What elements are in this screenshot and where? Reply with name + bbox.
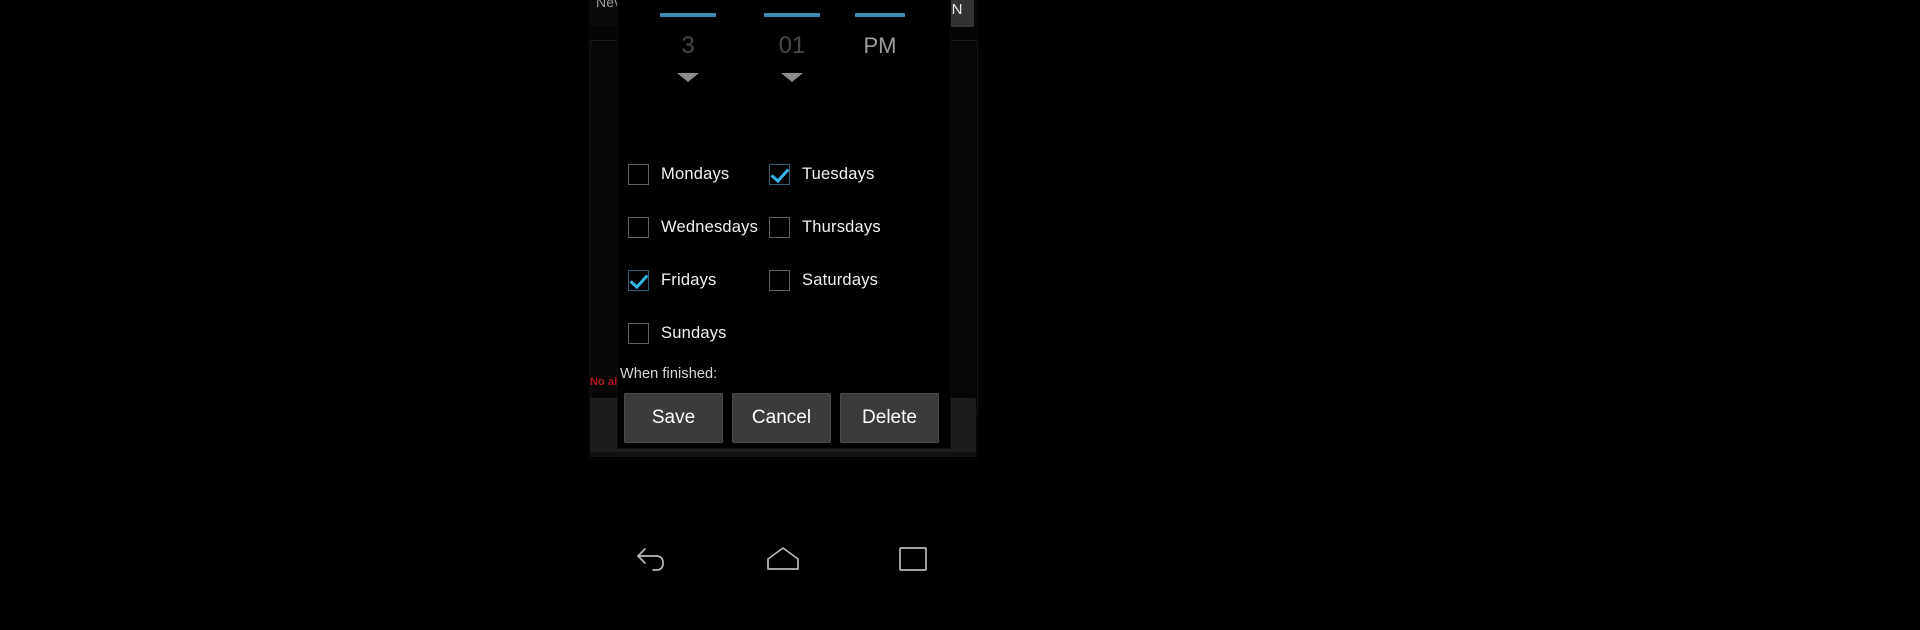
meridiem-next-value: PM xyxy=(863,33,897,58)
back-icon xyxy=(637,548,664,571)
day-option-tuesdays[interactable]: Tuesdays xyxy=(760,164,950,185)
dialog-action-bar: Save Cancel Delete xyxy=(624,393,939,443)
nav-home-button[interactable] xyxy=(746,530,820,588)
meridiem-underline xyxy=(855,13,905,17)
day-row: Fridays Saturdays xyxy=(618,254,950,307)
minute-picker-column[interactable]: 00 01 xyxy=(748,0,836,82)
letterbox-left xyxy=(0,0,588,630)
day-label-thursdays: Thursdays xyxy=(802,218,881,236)
repeat-days-grid: Mondays Tuesdays Wednesdays Thursdays Fr… xyxy=(618,148,950,360)
phone-screen: Never N No alarms scheduled F e 2 3 : xyxy=(588,0,978,630)
day-label-fridays: Fridays xyxy=(661,271,717,289)
background-bottom-edge xyxy=(590,452,976,457)
checkbox-mondays[interactable] xyxy=(628,164,649,185)
checkbox-tuesdays[interactable] xyxy=(769,164,790,185)
home-icon xyxy=(767,547,799,570)
android-navigation-bar xyxy=(588,462,978,630)
day-row: Sundays xyxy=(618,307,950,360)
day-label-tuesdays: Tuesdays xyxy=(802,165,875,183)
day-option-saturdays[interactable]: Saturdays xyxy=(760,270,950,291)
minute-next-value: 01 xyxy=(778,32,806,59)
day-label-sundays: Sundays xyxy=(661,324,727,342)
day-option-thursdays[interactable]: Thursdays xyxy=(760,217,950,238)
checkbox-wednesdays[interactable] xyxy=(628,217,649,238)
day-option-wednesdays[interactable]: Wednesdays xyxy=(618,217,760,238)
save-button[interactable]: Save xyxy=(624,393,723,443)
day-option-sundays[interactable]: Sundays xyxy=(618,323,760,344)
day-row: Wednesdays Thursdays xyxy=(618,201,950,254)
day-option-mondays[interactable]: Mondays xyxy=(618,164,760,185)
cancel-button[interactable]: Cancel xyxy=(732,393,831,443)
checkbox-thursdays[interactable] xyxy=(769,217,790,238)
nav-recents-button[interactable] xyxy=(876,530,950,588)
day-label-wednesdays: Wednesdays xyxy=(661,218,759,236)
recents-icon xyxy=(899,547,927,571)
checkbox-saturdays[interactable] xyxy=(769,270,790,291)
day-row: Mondays Tuesdays xyxy=(618,148,950,201)
time-picker-dialog: 2 3 : 00 01 AM PM xyxy=(618,0,950,448)
meridiem-picker-column[interactable]: AM PM xyxy=(836,0,924,82)
delete-button[interactable]: Delete xyxy=(840,393,939,443)
when-finished-label: When finished: xyxy=(620,366,718,382)
minute-underline xyxy=(764,13,820,17)
hour-picker-column[interactable]: 2 3 xyxy=(644,0,732,82)
minute-decrement-arrow-icon[interactable] xyxy=(781,73,803,82)
letterbox-right xyxy=(978,0,1920,630)
nav-back-button[interactable] xyxy=(616,530,690,588)
hour-next-value: 3 xyxy=(681,32,695,59)
day-option-fridays[interactable]: Fridays xyxy=(618,270,760,291)
hour-underline xyxy=(660,13,716,17)
day-label-saturdays: Saturdays xyxy=(802,271,879,289)
checkbox-fridays[interactable] xyxy=(628,270,649,291)
time-picker: 2 3 : 00 01 AM PM xyxy=(618,0,950,136)
hour-decrement-arrow-icon[interactable] xyxy=(677,73,699,82)
checkbox-sundays[interactable] xyxy=(628,323,649,344)
day-label-mondays: Mondays xyxy=(661,165,730,183)
